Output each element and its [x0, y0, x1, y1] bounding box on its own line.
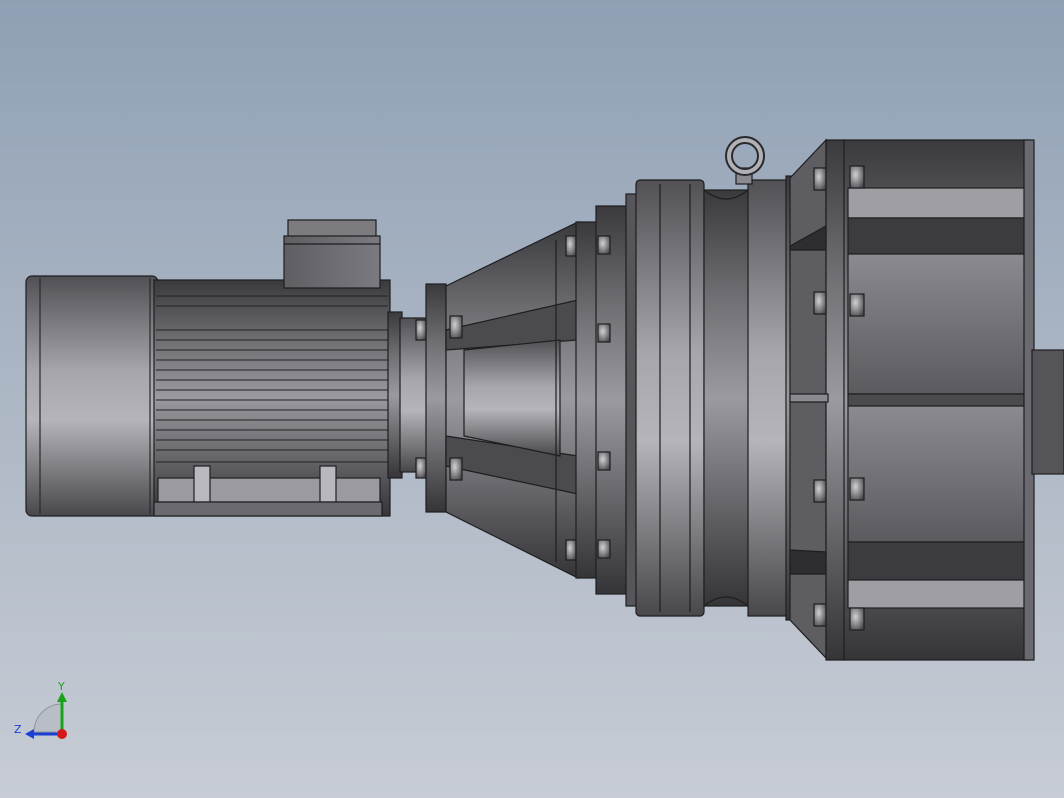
y-arrow-head: [57, 692, 67, 702]
planetary-gearbox[interactable]: [575, 175, 827, 621]
z-arrow-head: [25, 729, 34, 739]
z-axis-label: Z: [14, 723, 22, 736]
output-housing[interactable]: [789, 138, 1064, 661]
lifting-eye[interactable]: [725, 136, 765, 185]
x-axis-dot: [57, 729, 67, 739]
conical-housing[interactable]: [445, 221, 579, 579]
gear-motor-model[interactable]: Y Z: [0, 0, 1064, 798]
y-axis-label: Y: [57, 680, 65, 693]
view-triad[interactable]: Y Z: [14, 680, 67, 739]
cad-viewport[interactable]: Y Z: [0, 0, 1064, 798]
motor[interactable]: [25, 219, 429, 517]
terminal-box[interactable]: [283, 219, 381, 289]
